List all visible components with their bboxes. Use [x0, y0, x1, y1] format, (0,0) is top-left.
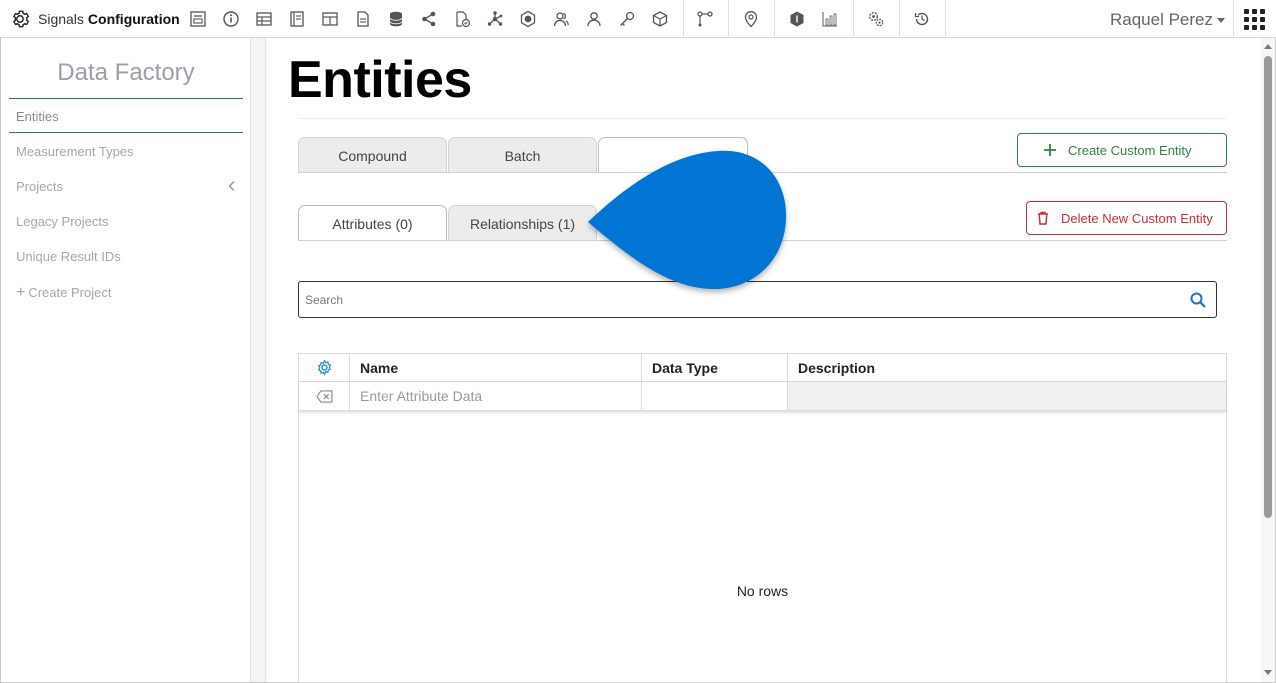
delete-custom-entity-button[interactable]: Delete New Custom Entity — [1026, 201, 1227, 235]
shield-icon[interactable] — [786, 8, 808, 30]
tab-relationships[interactable]: Relationships (1) — [448, 205, 597, 241]
scroll-down-arrow-icon[interactable] — [1264, 670, 1272, 675]
sidebar-item-label: Create Project — [28, 285, 112, 300]
settings-gear-icon — [12, 10, 30, 28]
user-name: Raquel Perez — [1110, 10, 1214, 29]
network-icon[interactable] — [484, 8, 506, 30]
callout-pointer-blob — [588, 150, 787, 290]
share-icon[interactable] — [418, 8, 440, 30]
form-icon[interactable] — [187, 8, 209, 30]
sidebar-divider — [9, 98, 243, 99]
user-menu[interactable]: Raquel Perez — [1110, 10, 1226, 30]
sidebar-item-create-project[interactable]: + Create Project — [16, 284, 111, 302]
sidebar-item-projects[interactable]: Projects — [16, 179, 63, 194]
scroll-up-arrow-icon[interactable] — [1264, 44, 1272, 49]
create-custom-entity-button[interactable]: Create Custom Entity — [1017, 133, 1227, 167]
tab-compound[interactable]: Compound — [298, 137, 447, 173]
plus-icon — [1042, 142, 1058, 158]
grid-header-row: Name Data Type Description — [299, 354, 1226, 382]
chevron-left-icon[interactable] — [226, 180, 238, 192]
delete-custom-entity-label: Delete New Custom Entity — [1061, 210, 1213, 226]
tab-batch[interactable]: Batch — [448, 137, 597, 173]
vector-path-icon[interactable] — [694, 8, 716, 30]
tab-attributes[interactable]: Attributes (0) — [298, 205, 447, 241]
app-brand[interactable]: Signals Configuration — [9, 8, 180, 30]
vertical-scrollbar[interactable] — [1261, 38, 1275, 682]
database-icon[interactable] — [385, 8, 407, 30]
chevron-down-icon — [1217, 18, 1226, 24]
sidebar-item-entities[interactable]: Entities — [16, 109, 59, 124]
plus-icon: + — [16, 284, 26, 301]
toolbar-divider — [945, 0, 946, 38]
table-icon[interactable] — [253, 8, 275, 30]
toolbar-divider — [1233, 0, 1234, 38]
users-icon[interactable] — [550, 8, 572, 30]
top-toolbar: Signals Configuration Raquel Perez — [0, 0, 1276, 38]
attributes-grid: Name Data Type Description Enter Attribu… — [298, 353, 1227, 683]
sidebar-item-unique-result-ids[interactable]: Unique Result IDs — [16, 249, 121, 264]
clear-filter-icon[interactable] — [299, 382, 349, 410]
grid-table-icon[interactable] — [319, 8, 341, 30]
sidebar-item-measurement-types[interactable]: Measurement Types — [16, 144, 134, 159]
history-icon[interactable] — [911, 8, 933, 30]
brand-word-signals: Signals — [38, 11, 84, 27]
info-icon[interactable] — [220, 8, 242, 30]
create-custom-entity-label: Create Custom Entity — [1068, 142, 1192, 158]
sidebar: Data Factory Entities Measurement Types … — [1, 38, 251, 682]
brand-word-configuration: Configuration — [87, 11, 180, 27]
title-divider — [298, 118, 1226, 119]
location-pin-icon[interactable] — [740, 8, 762, 30]
chart-icon[interactable] — [819, 8, 841, 30]
sidebar-active-underline — [9, 132, 243, 133]
toolbar-divider — [853, 0, 854, 38]
sidebar-item-legacy-projects[interactable]: Legacy Projects — [16, 214, 109, 229]
column-header-name[interactable]: Name — [360, 354, 398, 381]
column-header-description[interactable]: Description — [798, 354, 875, 381]
toolbar-divider — [683, 0, 684, 38]
description-filter-cell — [787, 382, 1226, 410]
column-header-data-type[interactable]: Data Type — [652, 354, 718, 381]
scrollbar-thumb[interactable] — [1264, 56, 1272, 518]
user-icon[interactable] — [583, 8, 605, 30]
toolbar-divider — [774, 0, 775, 38]
toolbar-divider — [899, 0, 900, 38]
attribute-filter-input[interactable]: Enter Attribute Data — [360, 382, 482, 410]
toolbar-divider — [728, 0, 729, 38]
key-icon[interactable] — [616, 8, 638, 30]
grid-filter-row: Enter Attribute Data — [299, 382, 1226, 411]
trash-icon — [1035, 210, 1051, 226]
column-settings-gear-icon[interactable] — [299, 354, 349, 381]
cogs-icon[interactable] — [865, 8, 887, 30]
sidebar-title: Data Factory — [57, 59, 195, 86]
app-launcher-waffle-icon[interactable] — [1244, 9, 1265, 30]
sidebar-splitter[interactable] — [251, 38, 266, 682]
hexagon-badge-icon[interactable] — [517, 8, 539, 30]
empty-grid-message: No rows — [736, 583, 789, 599]
page-title: Entities — [288, 51, 472, 109]
search-icon[interactable] — [1189, 291, 1207, 309]
file-check-icon[interactable] — [451, 8, 473, 30]
document-icon[interactable] — [352, 8, 374, 30]
notebook-icon[interactable] — [286, 8, 308, 30]
cube-icon[interactable] — [649, 8, 671, 30]
